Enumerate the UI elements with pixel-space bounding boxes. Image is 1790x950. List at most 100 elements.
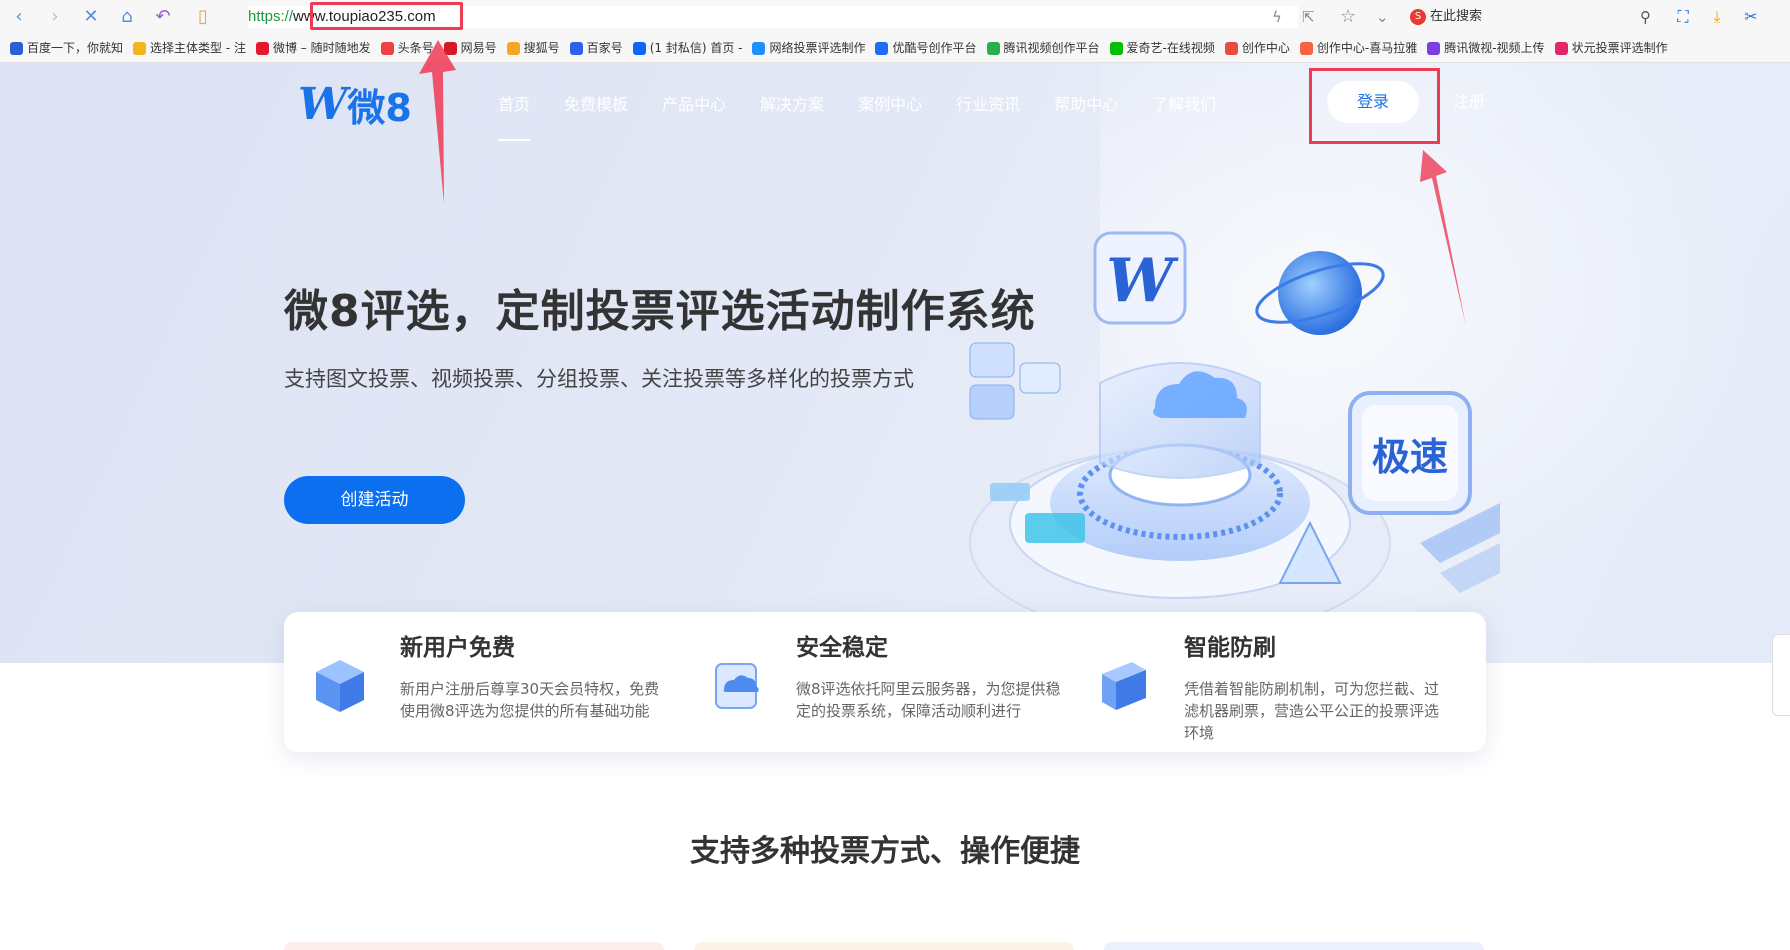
bookmark-favicon-icon (10, 42, 23, 55)
feature-desc: 凭借着智能防刷机制，可为您拦截、过滤机器刷票，营造公平公正的投票评选环境 (1184, 680, 1440, 742)
bookmark-label: 选择主体类型 - 注 (150, 41, 246, 55)
nav-item[interactable]: 免费模板 (564, 91, 628, 131)
bookmark-item[interactable]: 腾讯视频创作平台 (986, 34, 1100, 62)
undo-icon[interactable]: ↶ (152, 6, 174, 28)
side-float-widget[interactable] (1772, 634, 1790, 716)
feature-title: 安全稳定 (796, 635, 888, 661)
bookmark-label: 优酷号创作平台 (892, 41, 977, 55)
nav-item[interactable]: 产品中心 (662, 91, 726, 131)
create-activity-button[interactable]: 创建活动 (284, 476, 465, 524)
bookmark-item[interactable]: 爱奇艺-在线视频 (1109, 34, 1215, 62)
register-link[interactable]: 注册 (1453, 91, 1485, 113)
cube-stack-icon (316, 660, 364, 712)
bottom-card (694, 942, 1074, 950)
bookmark-favicon-icon (1554, 42, 1568, 55)
bookmark-favicon-icon (1299, 42, 1313, 55)
bookmark-item[interactable]: 百家号 (569, 34, 623, 62)
nav-item[interactable]: 行业资讯 (956, 91, 1020, 131)
lightning-icon[interactable]: ϟ (1272, 6, 1282, 28)
bookmark-favicon-icon (632, 42, 646, 55)
bookmark-item[interactable]: 网络投票评选制作 (752, 34, 865, 62)
bookmark-favicon-icon (506, 42, 520, 55)
nav-item[interactable]: 解决方案 (760, 91, 824, 131)
bookmark-label: 头条号 (397, 41, 434, 55)
bookmark-favicon-icon (986, 42, 1000, 55)
feature-desc: 微8评选依托阿里云服务器，为您提供稳定的投票系统，保障活动顺利进行 (796, 680, 1061, 720)
bookmark-label: 创作中心-喜马拉雅 (1316, 41, 1418, 55)
chevron-down-icon[interactable]: ⌄ (1376, 6, 1389, 28)
bookmark-label: 腾讯视频创作平台 (1003, 41, 1100, 55)
bookmark-item[interactable]: 网易号 (443, 34, 497, 62)
section-title: 支持多种投票方式、操作便捷 (690, 834, 1080, 869)
bookmark-favicon-icon (133, 42, 147, 55)
main-nav: 首页 免费模板 产品中心 解决方案 案例中心 行业资讯 帮助中心 了解我们 (498, 91, 1250, 141)
bookmark-item[interactable]: 微博 – 随时随地发 (255, 34, 371, 62)
bookmark-item[interactable]: 头条号 (380, 34, 434, 62)
browser-toolbar: ‹ › ✕ ⌂ ↶ ▯ https://www.toupiao235.com ϟ… (0, 0, 1790, 35)
feature-title: 新用户免费 (400, 635, 515, 661)
bookmark-favicon-icon (1427, 42, 1441, 55)
bookmark-favicon-icon (1109, 42, 1123, 55)
bookmark-item[interactable]: (1 封私信) 首页 - (632, 34, 743, 62)
bookmark-label: 微博 – 随时随地发 (272, 41, 371, 55)
bookmark-label: 百家号 (586, 41, 623, 55)
search-icon[interactable]: ⚲ (1640, 6, 1651, 28)
bookmark-item[interactable]: 状元投票评选制作 (1554, 34, 1668, 62)
site-logo[interactable]: W 微8 (298, 78, 412, 130)
back-icon[interactable]: ‹ (8, 6, 30, 28)
url-protocol: https:// (248, 8, 294, 25)
bookmark-label: 状元投票评选制作 (1571, 41, 1668, 55)
search-input[interactable]: 在此搜索 (1430, 9, 1482, 24)
nav-item[interactable]: 首页 (498, 91, 531, 141)
bookmark-label: (1 封私信) 首页 - (649, 41, 743, 55)
feature-card: 智能防刷 凭借着智能防刷机制，可为您拦截、过滤机器刷票，营造公平公正的投票评选环… (1068, 612, 1448, 752)
bookmark-label: 爱奇艺-在线视频 (1126, 41, 1215, 55)
bookmark-item[interactable]: 搜狐号 (506, 34, 560, 62)
bookmark-favicon-icon (443, 42, 457, 55)
bookmark-favicon-icon (752, 42, 766, 55)
feature-card: 安全稳定 微8评选依托阿里云服务器，为您提供稳定的投票系统，保障活动顺利进行 (680, 612, 1061, 752)
feature-cards: 新用户免费 新用户注册后尊享30天会员特权，免费使用微8评选为您提供的所有基础功… (284, 612, 1486, 752)
nav-item[interactable]: 帮助中心 (1054, 91, 1118, 131)
hero-illustration: W 极速 (969, 231, 1500, 639)
bookmark-item[interactable]: 腾讯微视-视频上传 (1427, 34, 1545, 62)
bookmark-label: 网络投票评选制作 (769, 41, 866, 55)
bookmark-item[interactable]: 百度一下，你就知 (10, 34, 123, 62)
search-box[interactable]: S 在此搜索 (1410, 6, 1660, 28)
share-icon[interactable]: ⇱ (1302, 6, 1315, 28)
bookmark-item[interactable]: 创作中心 (1224, 34, 1290, 62)
translate-icon[interactable]: ⛶ (1672, 6, 1694, 28)
download-icon[interactable]: ⤓ (1706, 6, 1728, 28)
bookmark-label: 腾讯微视-视频上传 (1444, 41, 1545, 55)
bookmark-item[interactable]: 优酷号创作平台 (875, 34, 977, 62)
nav-item[interactable]: 案例中心 (858, 91, 922, 131)
bottom-card (284, 942, 664, 950)
bookmark-favicon-icon (255, 42, 269, 55)
speed-badge-text: 极速 (1372, 435, 1448, 479)
bookmark-label: 百度一下，你就知 (27, 41, 124, 55)
forward-icon[interactable]: › (44, 6, 66, 28)
logo-mark-icon: W (298, 78, 347, 130)
login-button[interactable]: 登录 (1327, 81, 1419, 123)
cloud-server-icon (715, 663, 759, 709)
reader-icon[interactable]: ▯ (192, 6, 214, 28)
bookmark-label: 网易号 (460, 41, 497, 55)
shield-screen-icon (1102, 662, 1146, 710)
feature-desc: 新用户注册后尊享30天会员特权，免费使用微8评选为您提供的所有基础功能 (400, 680, 660, 720)
nav-item[interactable]: 了解我们 (1152, 91, 1216, 131)
bottom-card (1104, 942, 1484, 950)
scissors-icon[interactable]: ✂ (1740, 6, 1762, 28)
bookmark-item[interactable]: 创作中心-喜马拉雅 (1299, 34, 1418, 62)
search-engine-icon: S (1410, 8, 1426, 25)
bookmark-item[interactable]: 选择主体类型 - 注 (133, 34, 246, 62)
bookmark-favicon-icon (380, 42, 394, 55)
svg-text:W: W (1106, 246, 1179, 316)
stop-icon[interactable]: ✕ (80, 6, 102, 28)
home-icon[interactable]: ⌂ (116, 6, 138, 28)
url-highlight-box (310, 2, 463, 30)
bookmark-favicon-icon (1224, 42, 1238, 55)
bookmark-label: 搜狐号 (523, 41, 560, 55)
bookmark-favicon-icon (875, 42, 889, 55)
feature-title: 智能防刷 (1184, 635, 1276, 661)
star-icon[interactable]: ☆ (1340, 6, 1356, 28)
